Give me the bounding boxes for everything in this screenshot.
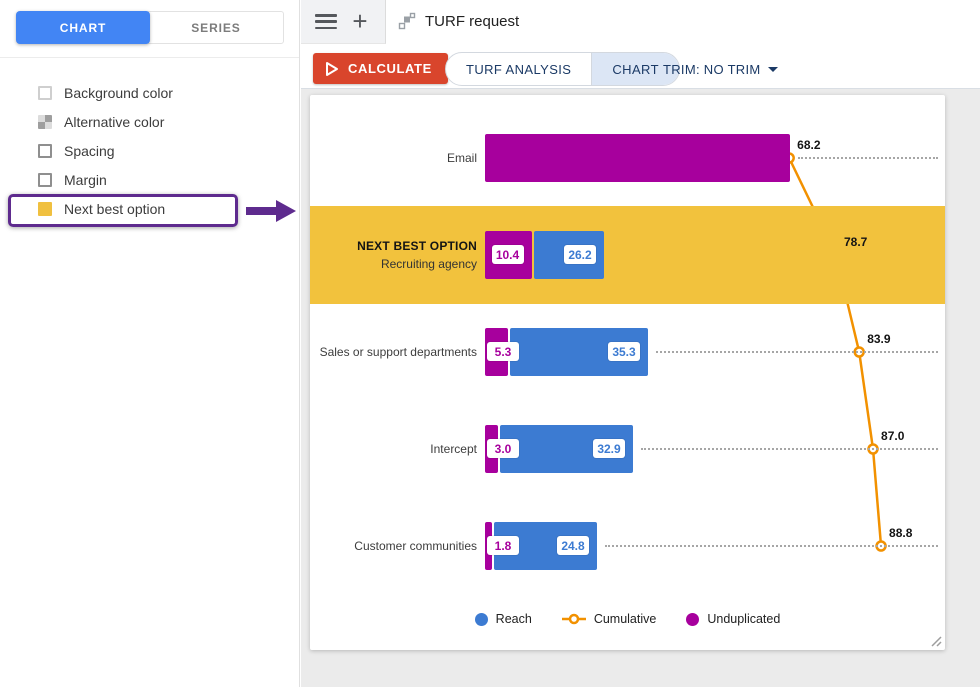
cumulative-value-label: 88.8: [889, 526, 912, 540]
option-spacing[interactable]: Spacing: [0, 136, 299, 165]
value-label-unduplicated: 3.0: [487, 439, 519, 458]
reach-marker-icon: [475, 613, 488, 626]
chevron-down-icon: [768, 67, 778, 72]
page-title: TURF request: [425, 13, 519, 30]
cumulative-value-label: 78.7: [844, 235, 867, 249]
turf-chart-icon: [398, 12, 416, 30]
chart-panel: Reach Cumulative Unduplicated Email 68.2 N…: [310, 95, 945, 650]
value-label-unduplicated: 1.8: [487, 536, 519, 555]
app-window: CHART SERIES Background color Alternativ…: [0, 0, 980, 687]
chart-legend: Reach Cumulative Unduplicated: [310, 605, 945, 633]
legend-item-cumulative[interactable]: Cumulative: [562, 612, 657, 626]
option-label: Margin: [64, 172, 107, 188]
cumulative-value-label: 68.2: [797, 138, 820, 152]
play-icon: [325, 61, 339, 77]
legend-item-unduplicated[interactable]: Unduplicated: [686, 612, 780, 626]
checkbox-icon[interactable]: [38, 173, 52, 187]
category-label: Sales or support departments: [310, 328, 477, 376]
category-label-text: Customer communities: [354, 539, 477, 554]
legend-label: Reach: [496, 612, 532, 626]
legend-label: Unduplicated: [707, 612, 780, 626]
view-tab-group: TURF ANALYSIS CHART: [445, 52, 680, 86]
value-label-reach: 32.9: [593, 439, 625, 458]
value-label-reach: 24.8: [557, 536, 589, 555]
option-background-color[interactable]: Background color: [0, 78, 299, 107]
dotted-gridline: [641, 448, 938, 450]
menu-icon[interactable]: [315, 14, 337, 29]
checkbox-icon[interactable]: [38, 86, 52, 100]
request-tabstrip: +: [301, 0, 386, 44]
main-header: + TURF request CALCULATE TURF ANALYSIS C…: [301, 0, 980, 88]
resize-handle[interactable]: [930, 635, 942, 647]
value-label-reach: 35.3: [608, 342, 640, 361]
calculate-label: CALCULATE: [348, 61, 432, 76]
dotted-gridline: [656, 351, 938, 353]
category-sublabel-text: Recruiting agency: [381, 257, 477, 271]
option-label: Next best option: [64, 201, 165, 217]
category-label-text: Email: [447, 151, 477, 166]
unduplicated-bar[interactable]: [485, 134, 790, 182]
option-label: Alternative color: [64, 114, 164, 130]
value-label-unduplicated: 5.3: [487, 342, 519, 361]
legend-label: Cumulative: [594, 612, 657, 626]
sidebar-divider: [0, 57, 299, 58]
category-label: Email: [310, 134, 477, 182]
unduplicated-marker-icon: [686, 613, 699, 626]
category-label-text: Intercept: [430, 442, 477, 457]
cumulative-value-label: 87.0: [881, 429, 904, 443]
dotted-gridline: [605, 545, 938, 547]
sidebar-tab-group: CHART SERIES: [16, 11, 284, 44]
tab-chart[interactable]: CHART: [16, 11, 150, 44]
category-label: Customer communities: [310, 522, 477, 570]
cumulative-value-label: 83.9: [867, 332, 890, 346]
dotted-gridline: [798, 157, 938, 159]
category-label-text: Sales or support departments: [320, 345, 477, 360]
tab-series[interactable]: SERIES: [148, 11, 284, 44]
calculate-button[interactable]: CALCULATE: [313, 53, 448, 84]
trim-dropdown[interactable]: TRIM: NO TRIM: [663, 52, 778, 86]
add-request-button[interactable]: +: [343, 5, 377, 39]
trim-label: TRIM: NO TRIM: [663, 62, 761, 77]
category-label: Intercept: [310, 425, 477, 473]
amber-swatch-icon[interactable]: [38, 202, 52, 216]
checkbox-icon[interactable]: [38, 144, 52, 158]
category-label: NEXT BEST OPTION Recruiting agency: [310, 231, 477, 279]
tab-turf-analysis[interactable]: TURF ANALYSIS: [446, 53, 591, 85]
cumulative-marker-icon: [562, 613, 586, 625]
annotation-arrow-icon: [246, 199, 298, 223]
value-label-unduplicated: 10.4: [492, 245, 524, 264]
checker-swatch-icon[interactable]: [38, 115, 52, 129]
settings-sidebar: CHART SERIES Background color Alternativ…: [0, 0, 300, 687]
option-label: Background color: [64, 85, 173, 101]
option-margin[interactable]: Margin: [0, 165, 299, 194]
option-label: Spacing: [64, 143, 115, 159]
category-label-text: NEXT BEST OPTION: [357, 239, 477, 254]
option-alternative-color[interactable]: Alternative color: [0, 107, 299, 136]
value-label-reach: 26.2: [564, 245, 596, 264]
legend-item-reach[interactable]: Reach: [475, 612, 532, 626]
